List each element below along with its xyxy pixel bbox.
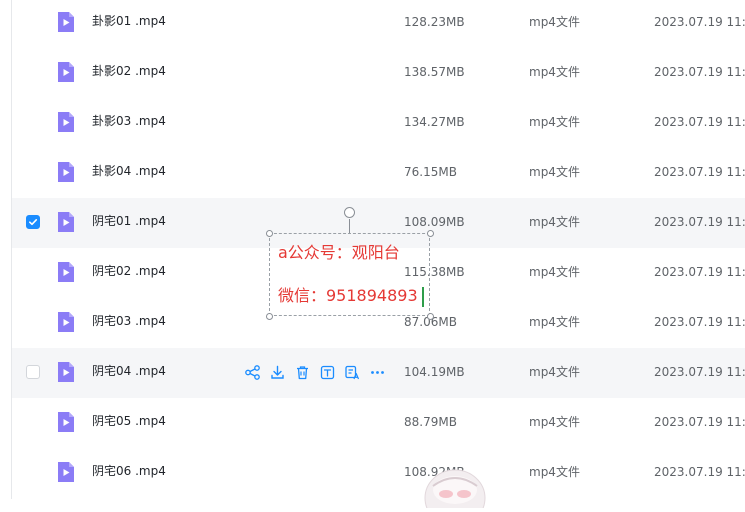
mascot-icon	[424, 469, 486, 512]
file-name[interactable]: 阴宅02 .mp4	[92, 263, 166, 279]
resize-handle-top-right[interactable]	[427, 230, 434, 237]
file-size: 128.23MB	[404, 15, 465, 29]
file-type: mp4文件	[529, 115, 580, 129]
modified-date: 2023.07.19 11:54	[654, 415, 745, 429]
file-name[interactable]: 阴宅01 .mp4	[92, 213, 166, 229]
file-type: mp4文件	[529, 65, 580, 79]
translate-icon[interactable]	[344, 364, 361, 381]
file-type: mp4文件	[529, 315, 580, 329]
row-checkbox[interactable]	[26, 215, 40, 229]
file-size: 104.19MB	[404, 365, 465, 379]
modified-date: 2023.07.19 11:54	[654, 215, 745, 229]
modified-date: 2023.07.19 11:54	[654, 115, 745, 129]
text-extract-icon[interactable]	[319, 364, 336, 381]
file-type: mp4文件	[529, 365, 580, 379]
modified-date: 2023.07.19 11:54	[654, 365, 745, 379]
file-row[interactable]: 卦影02 .mp4 138.57MB mp4文件 2023.07.19 11:54	[12, 48, 745, 98]
file-row[interactable]: 卦影03 .mp4 134.27MB mp4文件 2023.07.19 11:54	[12, 98, 745, 148]
file-name[interactable]: 卦影04 .mp4	[92, 163, 166, 179]
video-file-icon	[56, 361, 76, 383]
file-size: 76.15MB	[404, 165, 457, 179]
more-icon[interactable]	[369, 364, 386, 381]
file-type: mp4文件	[529, 265, 580, 279]
file-row[interactable]: 卦影01 .mp4 128.23MB mp4文件 2023.07.19 11:54	[12, 0, 745, 48]
text-caret	[422, 287, 424, 307]
video-file-icon	[56, 61, 76, 83]
video-file-icon	[56, 261, 76, 283]
modified-date: 2023.07.19 11:54	[654, 465, 745, 479]
share-icon[interactable]	[244, 364, 261, 381]
resize-handle-top-left[interactable]	[266, 230, 273, 237]
video-file-icon	[56, 311, 76, 333]
file-name[interactable]: 卦影02 .mp4	[92, 63, 166, 79]
annotation-line-2[interactable]: 微信：951894893	[278, 286, 418, 306]
video-file-icon	[56, 111, 76, 133]
delete-icon[interactable]	[294, 364, 311, 381]
file-row[interactable]: 阴宅04 .mp4 104.19MB mp4文件 2023.07.19 11:54	[12, 348, 745, 398]
file-type: mp4文件	[529, 165, 580, 179]
file-name[interactable]: 阴宅05 .mp4	[92, 413, 166, 429]
file-row[interactable]: 阴宅05 .mp4 88.79MB mp4文件 2023.07.19 11:54	[12, 398, 745, 448]
modified-date: 2023.07.19 11:54	[654, 315, 745, 329]
row-checkbox[interactable]	[26, 365, 40, 379]
file-size: 88.79MB	[404, 415, 457, 429]
resize-handle-bottom-right[interactable]	[427, 313, 434, 320]
modified-date: 2023.07.19 11:54	[654, 165, 745, 179]
modified-date: 2023.07.19 11:54	[654, 65, 745, 79]
video-file-icon	[56, 11, 76, 33]
modified-date: 2023.07.19 11:54	[654, 15, 745, 29]
file-name[interactable]: 阴宅06 .mp4	[92, 463, 166, 479]
video-file-icon	[56, 461, 76, 483]
rotate-stem	[349, 219, 350, 233]
file-size: 138.57MB	[404, 65, 465, 79]
file-name[interactable]: 阴宅04 .mp4	[92, 363, 166, 379]
rotate-handle[interactable]	[344, 207, 355, 218]
file-row[interactable]: 卦影04 .mp4 76.15MB mp4文件 2023.07.19 11:54	[12, 148, 745, 198]
modified-date: 2023.07.19 11:54	[654, 265, 745, 279]
resize-handle-bottom-left[interactable]	[266, 313, 273, 320]
file-name[interactable]: 阴宅03 .mp4	[92, 313, 166, 329]
file-name[interactable]: 卦影01 .mp4	[92, 13, 166, 29]
file-row[interactable]: 阴宅06 .mp4108.92MBmp4文件2023.07.19 11:54	[12, 448, 745, 498]
file-type: mp4文件	[529, 15, 580, 29]
video-file-icon	[56, 161, 76, 183]
video-file-icon	[56, 211, 76, 233]
file-type: mp4文件	[529, 415, 580, 429]
file-type: mp4文件	[529, 465, 580, 479]
file-size: 108.09MB	[404, 215, 465, 229]
annotation-line-1[interactable]: a公众号：观阳台	[278, 243, 400, 263]
floating-assistant-mascot[interactable]	[421, 468, 489, 512]
file-name[interactable]: 卦影03 .mp4	[92, 113, 166, 129]
file-size: 134.27MB	[404, 115, 465, 129]
download-icon[interactable]	[269, 364, 286, 381]
file-type: mp4文件	[529, 215, 580, 229]
checkmark-icon	[29, 219, 38, 226]
video-file-icon	[56, 411, 76, 433]
